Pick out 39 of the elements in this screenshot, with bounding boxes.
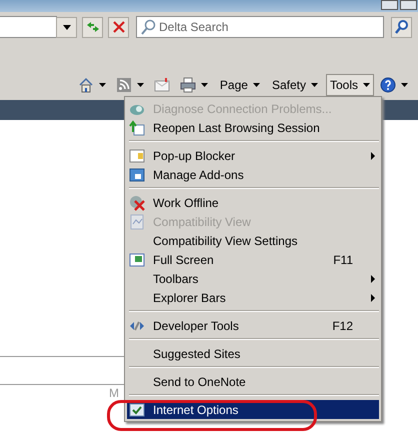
- printer-icon: [180, 77, 196, 93]
- menu-item[interactable]: Suggested Sites: [127, 344, 379, 363]
- home-icon: [78, 77, 94, 93]
- page-text: M: [109, 387, 119, 399]
- minimize-button[interactable]: [381, 0, 398, 10]
- menu-item[interactable]: Full Screen F11: [127, 250, 379, 269]
- menu-item[interactable]: Compatibility View Settings: [127, 231, 379, 250]
- menu-item[interactable]: Explorer Bars: [127, 288, 379, 307]
- menu-item[interactable]: Developer Tools F12: [127, 316, 379, 335]
- internet-options-icon: [129, 402, 145, 418]
- stop-button[interactable]: [108, 16, 129, 38]
- offline-icon: [129, 194, 145, 210]
- search-icon: [140, 19, 156, 35]
- maximize-button[interactable]: [400, 0, 417, 10]
- mail-icon: [154, 77, 170, 93]
- search-icon: [394, 19, 410, 35]
- menu-item[interactable]: Send to OneNote: [127, 372, 379, 391]
- refresh-button[interactable]: [82, 16, 103, 38]
- refresh-icon: [84, 19, 100, 35]
- menu-item[interactable]: Manage Add-ons: [127, 165, 379, 184]
- tools-menu-button[interactable]: Tools: [326, 74, 374, 96]
- menu-item[interactable]: Work Offline: [127, 193, 379, 212]
- addons-icon: [129, 166, 145, 182]
- dropdown-button[interactable]: [56, 16, 77, 38]
- help-icon: [380, 77, 396, 93]
- menu-item[interactable]: Reopen Last Browsing Session: [127, 118, 379, 137]
- close-icon: [110, 19, 126, 35]
- address-field[interactable]: [0, 16, 57, 38]
- fullscreen-icon: [129, 252, 145, 268]
- menu-item[interactable]: Toolbars: [127, 269, 379, 288]
- reopen-icon: [129, 120, 145, 136]
- search-button[interactable]: [391, 16, 412, 38]
- feeds-icon: [116, 77, 132, 93]
- caret-icon: [62, 23, 72, 31]
- search-field[interactable]: Delta Search: [136, 16, 384, 38]
- menu-item[interactable]: Pop-up Blocker: [127, 146, 379, 165]
- popup-icon: [129, 148, 145, 164]
- command-button[interactable]: Safety: [268, 74, 322, 96]
- command-button[interactable]: Page: [216, 74, 264, 96]
